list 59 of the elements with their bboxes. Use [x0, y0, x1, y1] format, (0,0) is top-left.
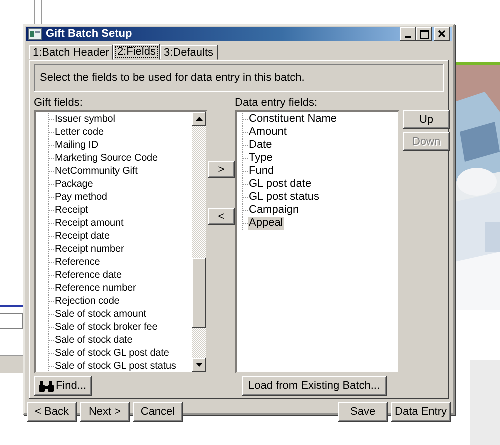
load-batch-button[interactable]: Load from Existing Batch...	[242, 376, 387, 396]
window-title: Gift Batch Setup	[46, 28, 132, 40]
list-item[interactable]: Issuer symbol	[54, 113, 116, 126]
list-item[interactable]: Campaign	[248, 204, 300, 217]
footer-button[interactable]: Save	[338, 402, 388, 422]
window-icon	[28, 28, 42, 40]
list-item[interactable]: Reference	[54, 256, 102, 269]
down-arrow-icon	[196, 363, 202, 367]
list-item[interactable]: Reference number	[54, 282, 138, 295]
list-item[interactable]: NetCommunity Gift	[54, 165, 139, 178]
list-item[interactable]: Date	[248, 139, 274, 152]
list-item[interactable]: Mailing ID	[54, 139, 100, 152]
list-item[interactable]: Reference date	[54, 269, 123, 282]
scroll-up-button[interactable]	[192, 112, 206, 126]
list-item[interactable]: Package	[54, 178, 94, 191]
list-item[interactable]: Rejection code	[54, 295, 121, 308]
list-item[interactable]: GL post date	[248, 178, 313, 191]
list-item[interactable]: Amount	[248, 126, 288, 139]
list-item[interactable]: GL post status	[248, 191, 321, 204]
list-item[interactable]: Sale of stock broker fee	[54, 321, 159, 334]
close-icon	[438, 30, 446, 38]
data-entry-fields-label: Data entry fields:	[235, 97, 319, 110]
tab[interactable]: 3:Defaults	[160, 45, 218, 60]
list-item[interactable]: Sale of stock GL post status	[54, 360, 178, 372]
list-item[interactable]: Receipt	[54, 204, 90, 217]
list-item[interactable]: Constituent Name	[248, 113, 338, 126]
list-item[interactable]: Receipt date	[54, 230, 111, 243]
list-item[interactable]: Sale of stock amount	[54, 308, 148, 321]
footer-button[interactable]: < Back	[27, 402, 77, 422]
list-item[interactable]: Letter code	[54, 126, 105, 139]
binoculars-icon	[39, 380, 54, 392]
minimize-button[interactable]	[400, 27, 416, 41]
list-item[interactable]: Type	[248, 152, 274, 165]
scroll-down-button[interactable]	[192, 358, 206, 372]
find-button[interactable]: Find...	[34, 376, 92, 396]
footer-button[interactable]: Data Entry	[391, 402, 451, 422]
maximize-button[interactable]	[416, 27, 432, 41]
list-item[interactable]: Marketing Source Code	[54, 152, 159, 165]
list-item[interactable]: Receipt amount	[54, 217, 125, 230]
list-item[interactable]: Receipt number	[54, 243, 126, 256]
order-button[interactable]: Up	[403, 110, 450, 129]
list-item[interactable]: Fund	[248, 165, 276, 178]
move-button[interactable]: >	[208, 161, 235, 178]
list-item[interactable]: Pay method	[54, 191, 108, 204]
tab[interactable]: 1:Batch Header	[29, 45, 114, 60]
list-item[interactable]: Sale of stock date	[54, 334, 134, 347]
gift-fields-label: Gift fields:	[34, 97, 84, 110]
footer-button[interactable]: Next >	[80, 402, 130, 422]
close-button[interactable]	[434, 27, 450, 41]
maximize-icon	[420, 30, 428, 38]
tab[interactable]: 2:Fields	[113, 44, 160, 60]
list-item[interactable]: Sale of stock GL post date	[54, 347, 170, 360]
instruction-text: Select the fields to be used for data entry in this batch.	[40, 72, 305, 84]
scrollbar[interactable]	[192, 112, 206, 372]
up-arrow-icon	[196, 117, 202, 121]
move-button[interactable]: <	[208, 208, 235, 225]
scroll-thumb[interactable]	[192, 258, 206, 328]
footer-button[interactable]: Cancel	[133, 402, 183, 422]
list-item[interactable]: Appeal	[248, 217, 284, 230]
